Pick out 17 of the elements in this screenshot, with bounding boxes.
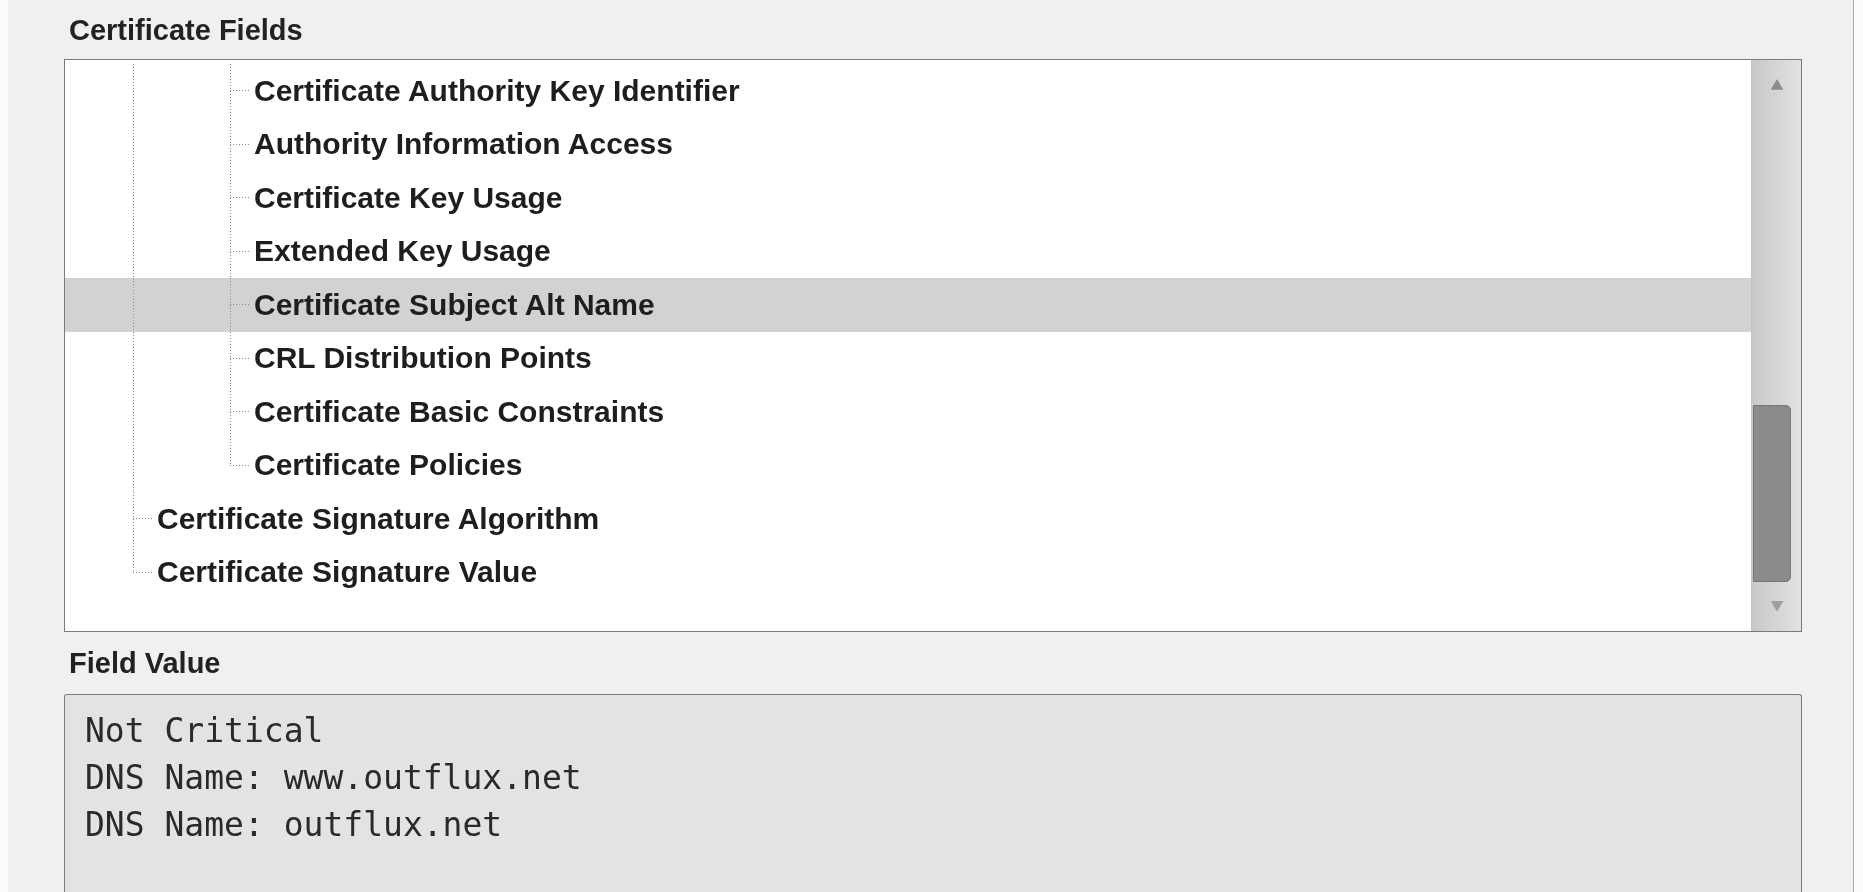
section-heading: Field Value (68, 646, 221, 680)
tree-item[interactable]: Certificate Key Usage (65, 171, 1751, 225)
section-heading: Certificate Fields (68, 13, 303, 47)
tree-item[interactable]: Certificate Basic Constraints (65, 385, 1751, 439)
tree-item[interactable]: Authority Information Access (65, 117, 1751, 171)
tree-item[interactable]: Certificate Signature Algorithm (65, 492, 1751, 546)
scrollbar[interactable] (1751, 60, 1801, 631)
scroll-down-arrow-icon[interactable] (1768, 600, 1785, 613)
tree-item[interactable]: Certificate Signature Value (65, 545, 1751, 599)
tree-item[interactable]: Certificate Authority Key Identifier (65, 64, 1751, 118)
tree-item[interactable]: Certificate Subject Alt Name (65, 278, 1751, 332)
tree-item[interactable]: CRL Distribution Points (65, 331, 1751, 385)
tree-item[interactable]: Certificate Policies (65, 438, 1751, 492)
scroll-up-arrow-icon[interactable] (1768, 78, 1785, 91)
tree-item[interactable]: Extended Key Usage (65, 224, 1751, 278)
scrollbar-thumb[interactable] (1752, 404, 1791, 583)
field-value-text: Not Critical DNS Name: www.outflux.net DNS Name: outflux.net (64, 694, 1802, 892)
